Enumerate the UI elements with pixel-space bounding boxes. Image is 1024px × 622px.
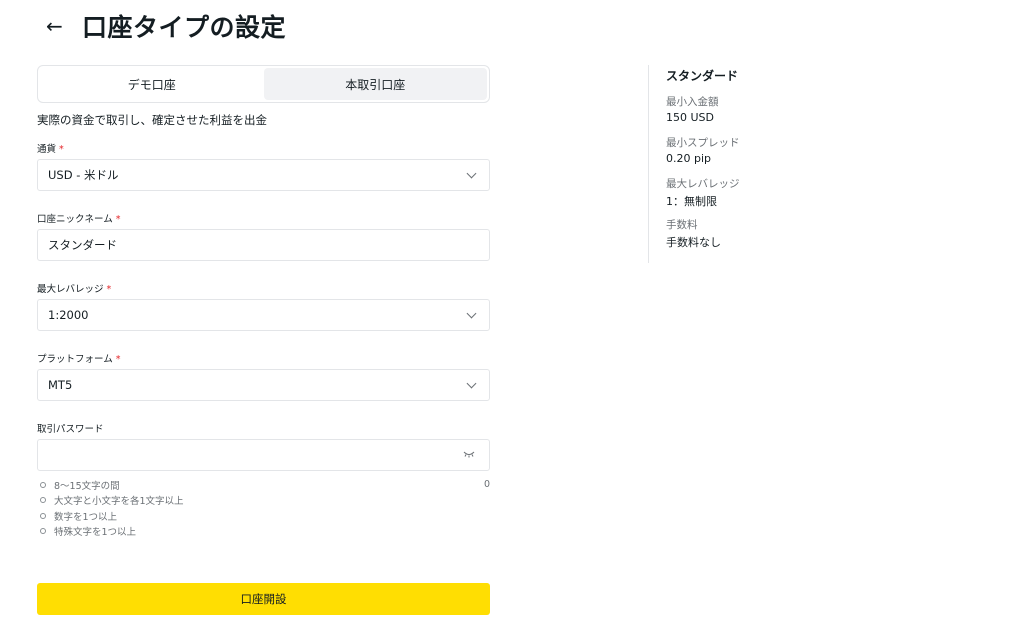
nickname-value: スタンダード [48,238,117,252]
platform-label: プラットフォーム * [37,354,121,365]
requirement-item: 大文字と小文字を各1文字以上 [37,493,490,509]
chevron-down-icon [466,168,477,178]
currency-value: USD - 米ドル [48,168,119,182]
tab-real-account[interactable]: 本取引口座 [263,68,487,100]
requirement-item: 数字を1つ以上 [37,508,490,524]
password-field-group: 取引パスワード [37,421,490,471]
page-title: 口座タイプの設定 [82,13,287,42]
commission-label: 手数料 [666,219,698,231]
account-form: デモ口座 本取引口座 実際の資金で取引し、確定させた利益を出金 通貨 * USD … [37,65,490,539]
required-mark: * [115,214,121,225]
password-requirements: 0 8～15文字の間 大文字と小文字を各1文字以上 数字を1つ以上 特殊文字を1… [37,477,490,539]
min-spread-value: 0.20 pip [666,152,712,165]
nickname-field-group: 口座ニックネーム * スタンダード [37,211,490,261]
leverage-select[interactable]: 1:2000 [37,299,490,331]
required-mark: * [59,144,64,155]
summary-title: スタンダード [666,69,739,83]
circle-icon [40,512,46,519]
max-leverage-label: 最大レバレッジ [666,178,740,190]
leverage-value: 1:2000 [48,308,89,322]
min-spread-label: 最小スプレッド [666,137,740,149]
currency-field-group: 通貨 * USD - 米ドル [37,141,490,191]
circle-icon [40,497,46,504]
platform-select[interactable]: MT5 [37,369,490,401]
max-leverage-value: 1：無制限 [666,195,717,208]
requirement-item: 8～15文字の間 [37,477,490,493]
open-account-button[interactable]: 口座開設 [37,583,490,615]
currency-select[interactable]: USD - 米ドル [37,159,490,191]
back-arrow-icon[interactable]: ← [46,16,68,36]
requirement-item: 特殊文字を1つ以上 [37,524,490,540]
password-input[interactable] [37,439,490,471]
leverage-label: 最大レバレッジ * [37,284,112,295]
leverage-field-group: 最大レバレッジ * 1:2000 [37,281,490,331]
password-label: 取引パスワード [37,424,104,435]
tab-demo-account[interactable]: デモ口座 [40,68,264,100]
platform-field-group: プラットフォーム * MT5 [37,351,490,401]
currency-label: 通貨 * [37,144,64,155]
min-deposit-label: 最小入金額 [666,96,719,108]
required-mark: * [115,354,121,365]
required-mark: * [106,284,112,295]
min-deposit-value: 150 USD [666,111,714,124]
commission-value: 手数料なし [666,236,721,249]
circle-icon [40,528,46,535]
page-header: ← 口座タイプの設定 [46,8,286,44]
password-char-count: 0 [483,479,490,490]
chevron-down-icon [466,308,477,318]
eye-closed-icon[interactable] [463,450,475,461]
account-summary-panel: スタンダード 最小入金額 150 USD 最小スプレッド 0.20 pip 最大… [648,65,828,263]
account-type-tabs: デモ口座 本取引口座 [37,65,490,103]
nickname-label: 口座ニックネーム * [37,214,121,225]
nickname-input[interactable]: スタンダード [37,229,490,261]
chevron-down-icon [466,378,477,388]
account-type-description: 実際の資金で取引し、確定させた利益を出金 [37,113,267,127]
circle-icon [40,481,46,488]
platform-value: MT5 [48,378,73,392]
